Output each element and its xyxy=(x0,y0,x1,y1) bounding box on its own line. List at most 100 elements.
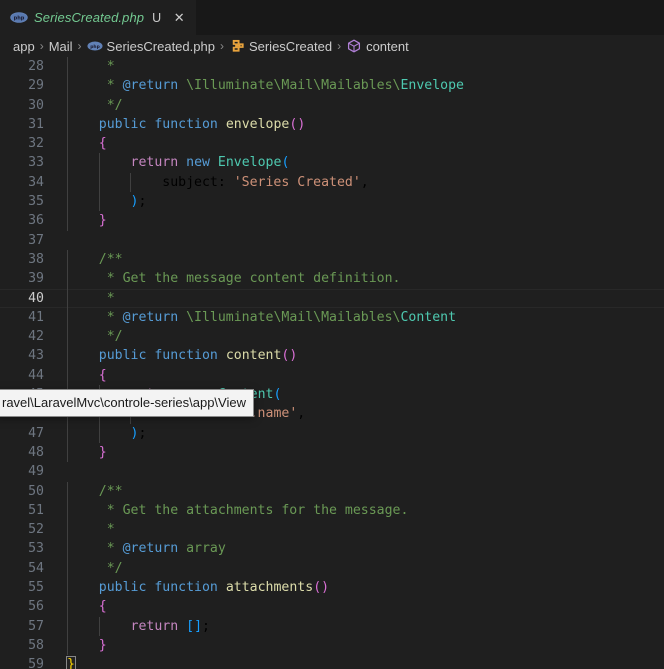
indent-guide xyxy=(67,134,68,154)
indent-guide xyxy=(67,520,68,540)
line-number: 51 xyxy=(28,502,44,518)
code-line[interactable]: 28 * xyxy=(0,57,664,77)
line-number: 37 xyxy=(28,232,44,248)
code-line[interactable]: 41 * @return \Illuminate\Mail\Mailables\… xyxy=(0,307,664,328)
editor-tab-seriescreated-php[interactable]: php SeriesCreated.php U ✕ xyxy=(0,0,197,35)
code-text[interactable]: subject: 'Series Created', xyxy=(58,172,664,193)
code-text[interactable]: /** xyxy=(58,481,664,501)
code-text[interactable]: ); xyxy=(58,192,664,212)
code-text[interactable]: * @return array xyxy=(58,539,664,559)
indent-guide xyxy=(67,114,68,135)
code-line[interactable]: 38 /** xyxy=(0,249,664,270)
line-number: 57 xyxy=(28,618,44,634)
line-number: 36 xyxy=(28,213,44,229)
indent-guide xyxy=(67,192,68,212)
code-text[interactable]: * xyxy=(58,520,664,540)
indent-guide xyxy=(67,172,68,193)
code-line[interactable]: 48 } xyxy=(0,442,664,463)
code-text[interactable]: * Get the message content definition. xyxy=(58,269,664,289)
code-line[interactable]: 42 */ xyxy=(0,327,664,347)
indent-guide xyxy=(67,597,68,617)
code-text[interactable]: { xyxy=(58,597,664,617)
tab-unsaved-indicator: U xyxy=(152,10,162,25)
breadcrumb-item-content-method[interactable]: content xyxy=(345,38,410,54)
code-text[interactable]: { xyxy=(58,365,664,386)
code-text[interactable]: } xyxy=(58,211,664,231)
code-line[interactable]: 29 * @return \Illuminate\Mail\Mailables\… xyxy=(0,76,664,96)
code-text[interactable]: ); xyxy=(58,423,664,443)
code-text[interactable]: * @return \Illuminate\Mail\Mailables\Env… xyxy=(58,76,664,96)
code-line[interactable]: 33 return new Envelope( xyxy=(0,153,664,173)
code-line[interactable]: 53 * @return array xyxy=(0,539,664,559)
breadcrumb-item-mail[interactable]: Mail xyxy=(48,39,74,54)
path-hover-tooltip: ravel\LaravelMvc\controle-series\app\Vie… xyxy=(0,389,254,417)
code-text[interactable]: } xyxy=(58,442,664,463)
code-line[interactable]: 35 ); xyxy=(0,192,664,212)
code-line[interactable]: 37 xyxy=(0,231,664,250)
code-line[interactable]: 58 } xyxy=(0,635,664,656)
code-line[interactable]: 52 * xyxy=(0,520,664,540)
code-line[interactable]: 31 public function envelope() xyxy=(0,114,664,135)
breadcrumb-item-seriescreated-php[interactable]: php SeriesCreated.php xyxy=(86,38,216,54)
code-text[interactable]: * xyxy=(58,288,664,308)
breadcrumb-item-seriescreated-class[interactable]: SeriesCreated xyxy=(228,38,333,54)
code-text[interactable]: public function envelope() xyxy=(58,114,664,135)
code-line[interactable]: 44 { xyxy=(0,365,664,386)
code-text[interactable]: return []; xyxy=(58,616,664,636)
code-line[interactable]: 50 /** xyxy=(0,481,664,501)
line-number: 52 xyxy=(28,522,44,538)
code-line[interactable]: 39 * Get the message content definition. xyxy=(0,269,664,289)
indent-guide xyxy=(67,269,68,289)
indent-guide xyxy=(98,616,100,636)
code-text[interactable]: * xyxy=(58,57,664,77)
line-number: 53 xyxy=(28,541,44,557)
line-number: 49 xyxy=(28,464,44,480)
code-text[interactable]: */ xyxy=(58,327,664,347)
code-line[interactable]: 47 ); xyxy=(0,423,664,443)
code-editor[interactable]: 28 * 29 * @return \Illuminate\Mail\Mailab… xyxy=(0,57,664,669)
code-text[interactable]: * Get the attachments for the message. xyxy=(58,500,664,521)
code-line[interactable]: 43 public function content() xyxy=(0,346,664,366)
code-line[interactable]: 57 return []; xyxy=(0,616,664,636)
code-line[interactable]: 32 { xyxy=(0,134,664,154)
code-line[interactable]: 30 */ xyxy=(0,95,664,115)
line-number: 39 xyxy=(28,271,44,287)
indent-guide xyxy=(67,616,68,636)
code-line[interactable]: 59} xyxy=(0,655,664,669)
code-text[interactable]: return new Envelope( xyxy=(58,153,664,173)
code-line[interactable]: 34 subject: 'Series Created', xyxy=(0,172,664,193)
code-line[interactable]: 56 { xyxy=(0,597,664,617)
code-lines[interactable]: 28 * 29 * @return \Illuminate\Mail\Mailab… xyxy=(0,57,664,669)
code-text[interactable]: */ xyxy=(58,95,664,115)
indent-guide xyxy=(67,76,68,96)
line-number: 34 xyxy=(28,174,44,190)
code-text[interactable]: /** xyxy=(58,249,664,270)
code-text[interactable]: * @return \Illuminate\Mail\Mailables\Con… xyxy=(58,307,664,328)
indent-guide xyxy=(67,500,68,521)
code-line[interactable]: 51 * Get the attachments for the message… xyxy=(0,500,664,521)
indent-guide xyxy=(67,346,68,366)
code-line[interactable]: 49 xyxy=(0,462,664,481)
code-text[interactable]: public function attachments() xyxy=(58,578,664,598)
code-text[interactable]: { xyxy=(58,134,664,154)
close-icon[interactable]: ✕ xyxy=(170,9,188,27)
code-text[interactable]: public function content() xyxy=(58,346,664,366)
code-text[interactable]: } xyxy=(58,655,664,669)
breadcrumb-item-app[interactable]: app xyxy=(12,39,36,54)
svg-text:php: php xyxy=(14,16,25,22)
indent-guide xyxy=(67,327,68,347)
indent-guide xyxy=(67,558,68,579)
php-file-icon: php xyxy=(86,38,103,54)
line-number: 50 xyxy=(28,483,44,499)
code-text[interactable]: */ xyxy=(58,558,664,579)
breadcrumb-separator: › xyxy=(39,39,44,53)
svg-text:php: php xyxy=(90,44,100,50)
code-text[interactable]: } xyxy=(58,635,664,656)
line-number: 58 xyxy=(28,637,44,653)
code-line[interactable]: 40 * xyxy=(0,288,664,308)
indent-guide xyxy=(98,153,100,173)
code-line[interactable]: 54 */ xyxy=(0,558,664,579)
code-line[interactable]: 36 } xyxy=(0,211,664,231)
code-line[interactable]: 55 public function attachments() xyxy=(0,578,664,598)
indent-guide xyxy=(67,153,68,173)
